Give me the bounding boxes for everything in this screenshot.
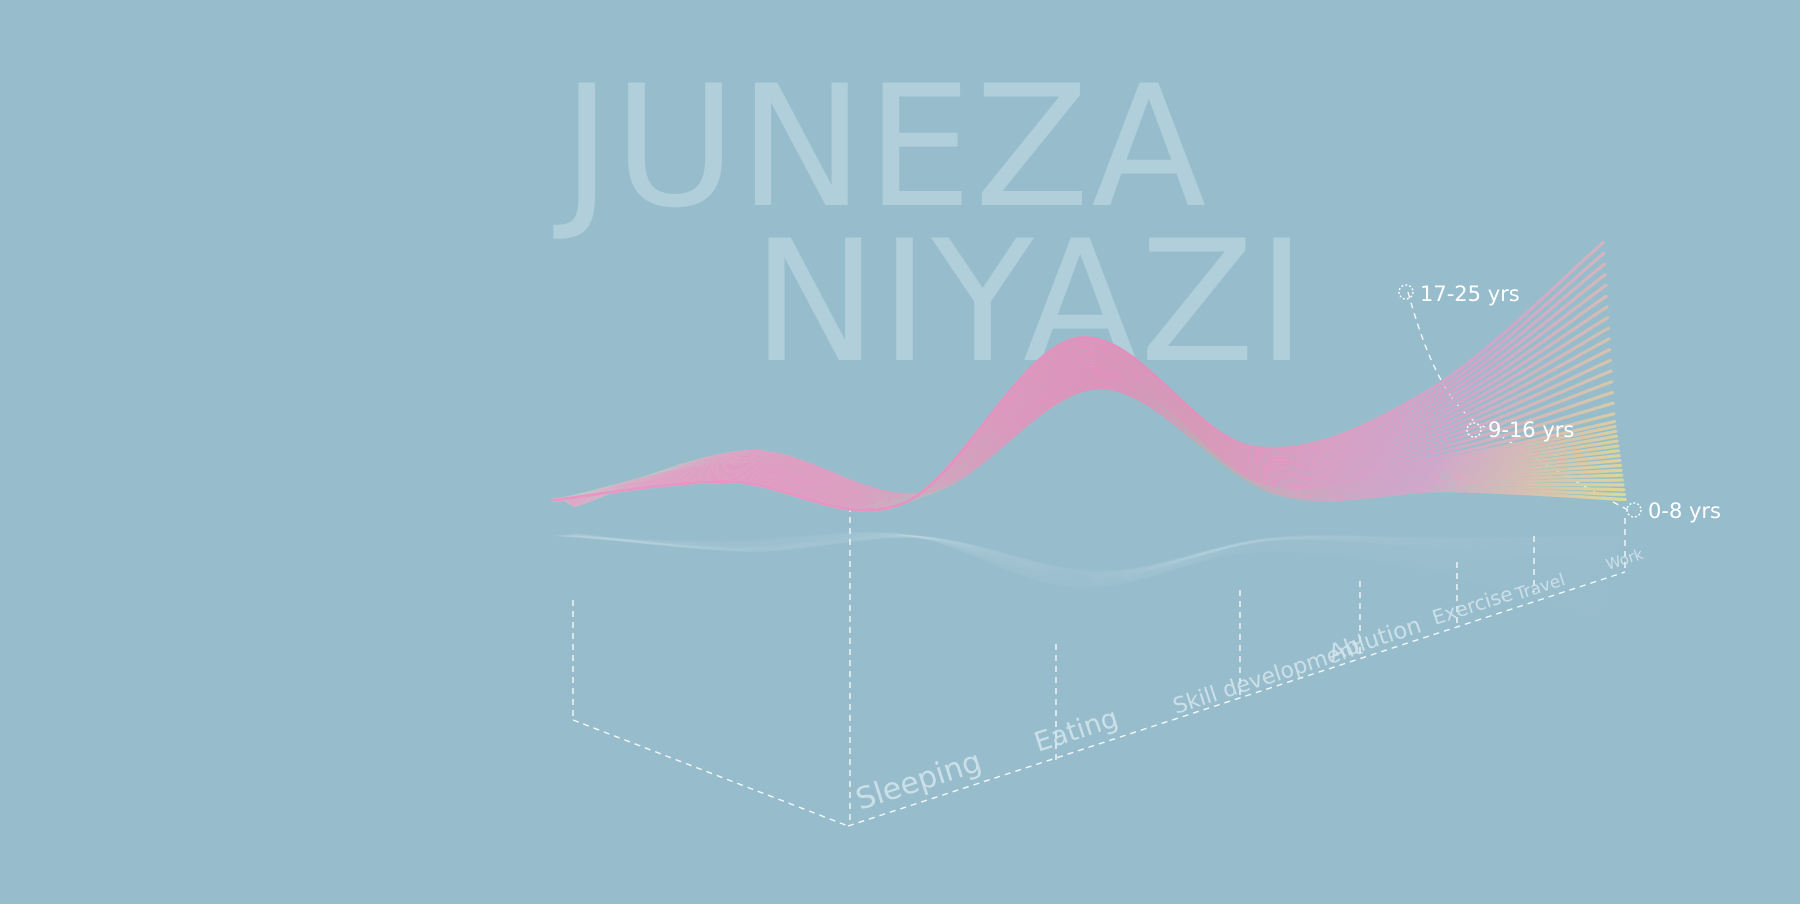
category-label: Exercise — [1429, 581, 1516, 630]
age-label: 17-25 yrs — [1420, 282, 1520, 306]
dash-back-depth — [572, 719, 849, 827]
ribbon-reflection — [574, 533, 1626, 572]
ribbon-reflection — [570, 534, 1621, 576]
category-label: Sleeping — [852, 744, 986, 817]
age-label: 0-8 yrs — [1648, 499, 1721, 523]
age-label: 9-16 yrs — [1488, 418, 1574, 442]
ribbon-reflection — [573, 533, 1624, 573]
category-label: Ablution — [1326, 613, 1425, 667]
category-label: Work — [1604, 545, 1646, 574]
ribbon-reflection — [572, 534, 1623, 574]
category-label: Eating — [1031, 703, 1122, 759]
age-marker — [1398, 284, 1414, 300]
life-activity-wave-chart: SleepingEatingSkill developmentAblutionE… — [551, 241, 1721, 827]
age-marker — [1626, 502, 1642, 518]
